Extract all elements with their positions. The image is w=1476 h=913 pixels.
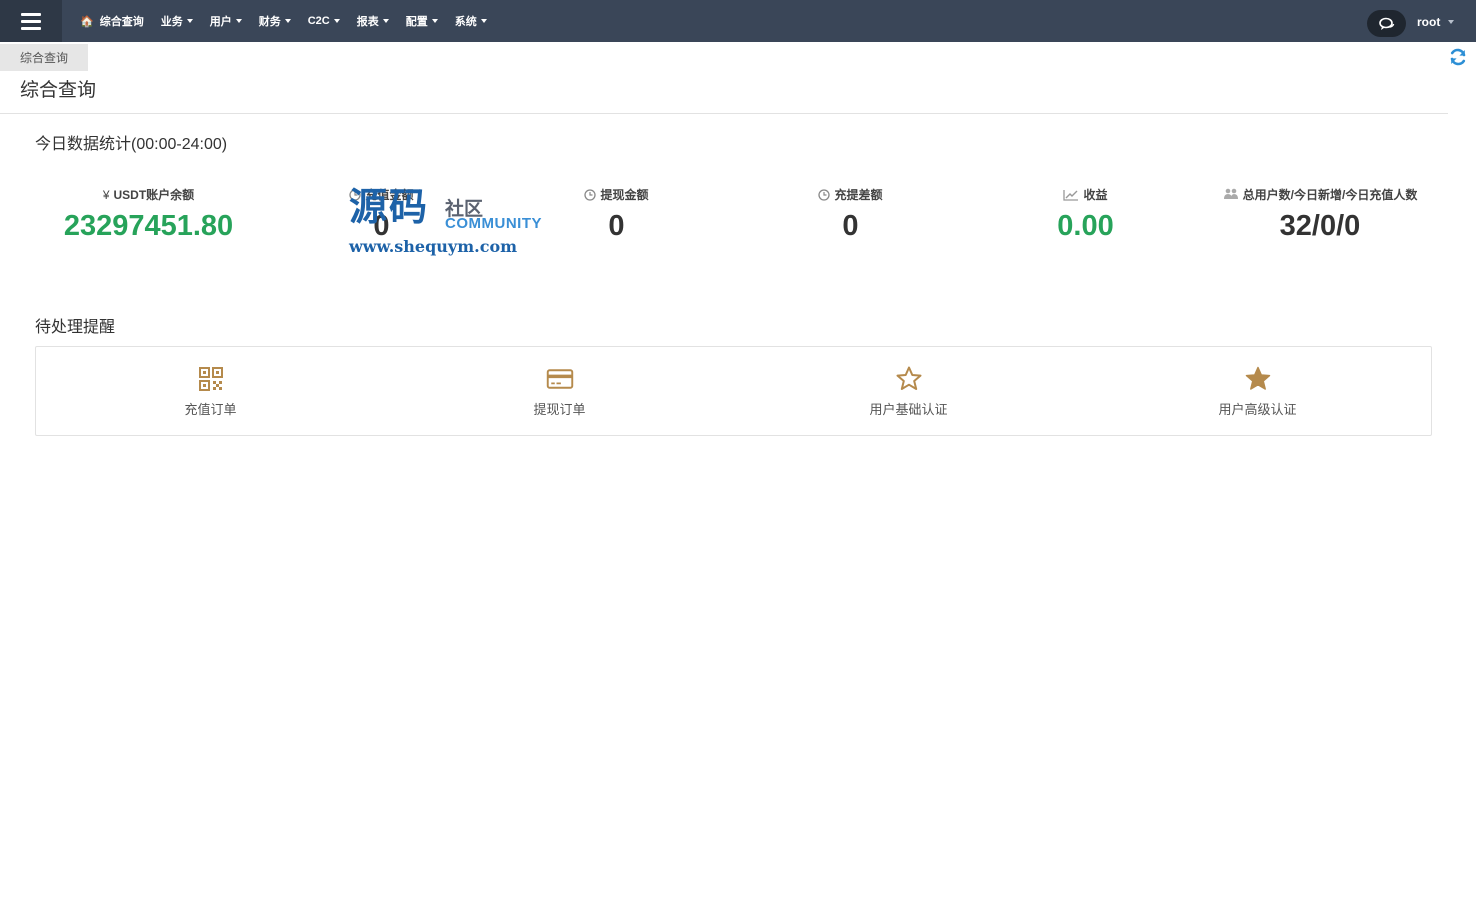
stat-value: 32/0/0 (1279, 210, 1361, 242)
credit-card-icon (546, 368, 573, 389)
pending-label: 提现订单 (533, 401, 586, 417)
stat-value: 0.00 (1057, 210, 1114, 242)
users-icon (1223, 188, 1238, 199)
nav-item-home[interactable]: 🏠 综合查询 (80, 13, 144, 29)
nav-item-label: 业务 (160, 16, 183, 28)
nav-item-label: 用户 (209, 16, 232, 28)
caret-down-icon (333, 19, 340, 23)
stat-label: USDT账户余额 (113, 188, 195, 202)
stat-withdraw-amount: 提现金额 0 (503, 186, 730, 244)
user-menu[interactable]: root (1417, 15, 1455, 29)
nav-item-label: 综合查询 (99, 16, 144, 28)
pending-deposit-orders[interactable]: 充值订单 (36, 347, 385, 435)
pending-advanced-verification[interactable]: 用户高级认证 (1083, 347, 1432, 435)
yen-icon: ¥ (102, 188, 110, 202)
stat-net-difference: 充提差额 0 (737, 186, 964, 244)
refresh-icon[interactable] (1448, 47, 1468, 67)
pending-withdraw-orders[interactable]: 提现订单 (385, 347, 734, 435)
menu-icon-bar (21, 19, 41, 23)
stat-label: 总用户数/今日新增/今日充值人数 (1242, 188, 1418, 202)
nav-item-users[interactable]: 用户 (210, 13, 242, 29)
nav-item-label: C2C (307, 15, 330, 27)
stat-label: 提现金额 (600, 188, 649, 202)
main-nav: 🏠 综合查询 业务 用户 财务 C2C 报表 配置 系统 (80, 0, 504, 42)
stat-label: 充值金额 (365, 188, 414, 202)
nav-item-label: 系统 (454, 16, 477, 28)
caret-down-icon (382, 19, 389, 23)
tab-overview[interactable]: 综合查询 (0, 44, 88, 71)
divider (0, 113, 1448, 114)
pending-basic-verification[interactable]: 用户基础认证 (734, 347, 1083, 435)
stat-value: 0 (608, 210, 625, 242)
caret-down-icon (284, 19, 291, 23)
menu-icon-bar (21, 26, 41, 30)
stat-income: 收益 0.00 (972, 186, 1199, 244)
nav-item-business[interactable]: 业务 (161, 13, 193, 29)
stat-usdt-balance: ¥ USDT账户余额 23297451.80 (35, 186, 262, 244)
qrcode-icon (198, 366, 223, 391)
today-stats-title: 今日数据统计(00:00-24:00) (35, 136, 228, 153)
stat-value: 0 (373, 210, 390, 242)
nav-item-config[interactable]: 配置 (406, 13, 438, 29)
nav-item-label: 报表 (356, 16, 379, 28)
clock-icon (584, 189, 597, 201)
stat-user-counts: 总用户数/今日新增/今日充值人数 32/0/0 (1213, 186, 1427, 244)
clock-icon (349, 189, 362, 201)
caret-down-icon (235, 19, 242, 23)
caret-down-icon (480, 19, 487, 23)
caret-down-icon (431, 19, 438, 23)
pending-label: 充值订单 (184, 401, 237, 417)
nav-item-system[interactable]: 系统 (455, 13, 487, 29)
menu-toggle-button[interactable] (0, 0, 62, 42)
nav-item-label: 财务 (258, 16, 281, 28)
home-icon: 🏠 (80, 15, 94, 28)
user-name: root (1417, 15, 1441, 29)
star-filled-icon (1245, 366, 1270, 390)
stat-label: 收益 (1083, 188, 1108, 202)
pending-title: 待处理提醒 (35, 319, 116, 336)
menu-icon-bar (21, 12, 41, 16)
top-navbar: 🏠 综合查询 业务 用户 财务 C2C 报表 配置 系统 root (0, 0, 1476, 42)
stat-value: 0 (842, 210, 859, 242)
line-chart-icon (1063, 190, 1079, 201)
clock-icon (818, 189, 831, 201)
pending-panel: 充值订单 提现订单 用户基础认证 用户高级认证 (35, 346, 1432, 436)
star-outline-icon (896, 366, 921, 390)
page-title: 综合查询 (20, 80, 97, 101)
caret-down-icon (1448, 20, 1455, 24)
chat-button[interactable] (1367, 10, 1406, 37)
nav-item-c2c[interactable]: C2C (308, 15, 340, 27)
nav-item-reports[interactable]: 报表 (357, 13, 389, 29)
caret-down-icon (186, 19, 193, 23)
stat-value: 23297451.80 (63, 210, 234, 242)
nav-item-finance[interactable]: 财务 (259, 13, 291, 29)
nav-item-label: 配置 (405, 16, 428, 28)
stat-deposit-amount: 充值金额 0 (268, 186, 495, 244)
comments-icon (1378, 17, 1394, 30)
stat-label: 充提差额 (834, 188, 883, 202)
pending-label: 用户基础认证 (869, 401, 948, 417)
pending-label: 用户高级认证 (1218, 401, 1297, 417)
